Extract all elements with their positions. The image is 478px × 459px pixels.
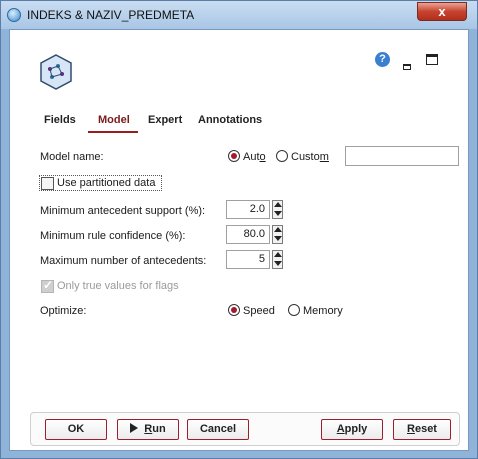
optimize-speed-radio[interactable] [228,304,240,316]
model-name-custom-label[interactable]: Custom [291,151,329,163]
min-rule-confidence-input[interactable]: 80.0 [226,225,270,244]
model-name-auto-radio[interactable] [228,150,240,162]
reset-button[interactable]: Reset [393,419,451,440]
help-icon[interactable]: ? [375,52,390,67]
minimize-icon[interactable] [403,64,411,70]
spin-up-icon[interactable] [274,202,282,207]
max-antecedents-label: Maximum number of antecedents: [40,255,207,267]
optimize-speed-label[interactable]: Speed [243,305,275,317]
dialog-window: INDEKS & NAZIV_PREDMETA x ? Fields Model… [0,0,478,459]
model-name-auto-label[interactable]: Auto [243,151,266,163]
app-icon [7,8,21,22]
use-partitioned-checkbox[interactable] [41,177,54,190]
spin-buttons[interactable] [272,250,283,269]
max-antecedents-spinner[interactable]: 5 [226,250,286,269]
optimize-memory-label[interactable]: Memory [303,305,343,317]
checkmark-icon: ✓ [43,278,54,292]
custom-model-name-input[interactable] [345,146,459,166]
max-antecedents-input[interactable]: 5 [226,250,270,269]
active-tab-indicator [88,131,138,133]
min-antecedent-support-label: Minimum antecedent support (%): [40,205,206,217]
spin-up-icon[interactable] [274,252,282,257]
tab-expert[interactable]: Expert [148,114,182,126]
optimize-memory-radio[interactable] [288,304,300,316]
window-title: INDEKS & NAZIV_PREDMETA [27,8,195,22]
use-partitioned-label[interactable]: Use partitioned data [57,177,155,189]
model-name-label: Model name: [40,151,104,163]
only-true-values-label: Only true values for flags [57,280,179,292]
ok-button[interactable]: OK [45,419,107,440]
spin-down-icon[interactable] [274,211,282,216]
min-rule-confidence-spinner[interactable]: 80.0 [226,225,286,244]
button-bar: OK Run Cancel Apply Reset [30,412,460,446]
only-true-values-checkbox: ✓ [41,278,54,293]
run-arrow-icon [130,423,139,433]
spin-up-icon[interactable] [274,227,282,232]
dialog-content: ? Fields Model Expert Annotations Model … [9,29,469,451]
spin-buttons[interactable] [272,225,283,244]
min-rule-confidence-label: Minimum rule confidence (%): [40,230,186,242]
close-icon[interactable]: x [417,2,467,21]
tab-fields[interactable]: Fields [44,114,76,126]
tab-annotations[interactable]: Annotations [198,114,262,126]
window-frame-bottom [1,451,477,458]
optimize-label: Optimize: [40,305,87,317]
model-name-custom-radio[interactable] [276,150,288,162]
min-antecedent-support-input[interactable]: 2.0 [226,200,270,219]
min-antecedent-support-spinner[interactable]: 2.0 [226,200,286,219]
spin-down-icon[interactable] [274,236,282,241]
spin-buttons[interactable] [272,200,283,219]
apply-button[interactable]: Apply [321,419,383,440]
cancel-button[interactable]: Cancel [187,419,249,440]
node-icon [40,54,72,90]
tab-model[interactable]: Model [98,114,130,126]
spin-down-icon[interactable] [274,261,282,266]
title-bar[interactable]: INDEKS & NAZIV_PREDMETA x [1,1,477,29]
run-button[interactable]: Run [117,419,179,440]
maximize-icon[interactable] [426,54,438,65]
